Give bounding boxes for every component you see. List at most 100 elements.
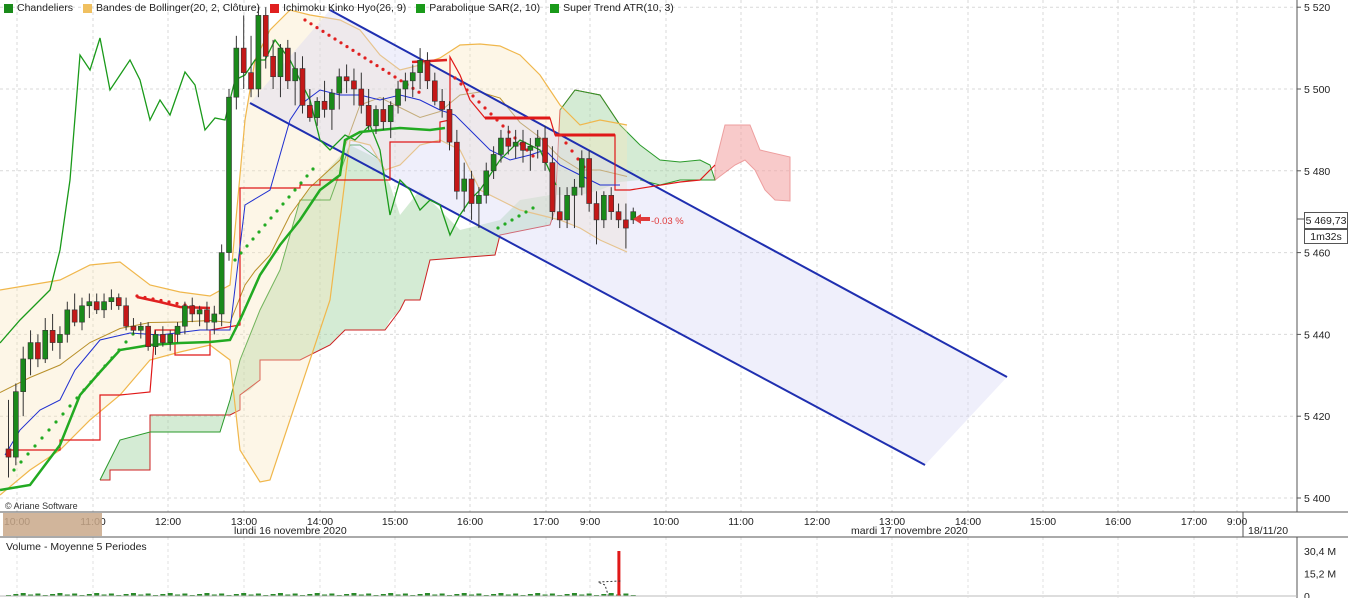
sar-dot-bull xyxy=(503,222,507,226)
candle-body xyxy=(174,325,181,335)
candle-body xyxy=(5,448,12,458)
candle-body xyxy=(182,305,188,327)
sar-dot-bear xyxy=(495,118,499,122)
legend-item-candles[interactable]: Chandeliers xyxy=(4,2,73,14)
candle-body xyxy=(307,105,313,118)
sar-dot-bear xyxy=(465,88,469,92)
y-tick-label: 5 460 xyxy=(1304,248,1330,260)
bollinger-swatch-icon xyxy=(83,3,93,13)
sar-dot-bear xyxy=(167,300,171,304)
legend-label: Bandes de Bollinger(20, 2, Clôture) xyxy=(96,2,261,14)
candle-body xyxy=(439,100,445,110)
candle-body xyxy=(549,162,556,212)
sar-dot-bull xyxy=(299,181,303,185)
candle-body xyxy=(601,195,607,221)
sar-dot-bull xyxy=(12,468,16,472)
candle-body xyxy=(593,203,600,221)
candle-body xyxy=(358,88,365,106)
sar-dot-bear xyxy=(459,82,463,86)
legend-label: Parabolique SAR(2, 10) xyxy=(429,2,541,14)
sar-dot-bull xyxy=(257,230,261,234)
legend-item-ichimoku[interactable]: Ichimoku Kinko Hyo(26, 9) xyxy=(270,2,406,14)
candle-body xyxy=(211,313,218,323)
candle-body xyxy=(380,109,387,123)
sar-dot-bull xyxy=(26,452,30,456)
candle-body xyxy=(534,137,541,147)
candle-body xyxy=(277,47,284,78)
sar-dot-bear xyxy=(387,71,391,75)
candle-body xyxy=(498,137,504,155)
candlestick-chart[interactable]: 5 400 5 420 5 440 5 460 5 480 5 500 5 520 10:00… xyxy=(0,0,1348,601)
sar-dot-bull xyxy=(40,436,44,440)
legend-item-supertrend[interactable]: Super Trend ATR(10, 3) xyxy=(550,2,674,14)
last-price-box: 5 469,73 xyxy=(1304,212,1348,229)
candle-body xyxy=(586,158,592,204)
date-label-day1: lundi 16 novembre 2020 xyxy=(234,525,347,537)
sar-dot-bear xyxy=(327,33,331,37)
candle-body xyxy=(542,137,548,163)
sar-dot-bull xyxy=(305,174,309,178)
candle-body xyxy=(108,297,115,302)
sar-dot-bull xyxy=(517,214,521,218)
sar-dot-bull xyxy=(124,340,128,344)
candle-body xyxy=(270,55,276,78)
candle-body xyxy=(564,195,570,221)
volume-tick-label: 15,2 M xyxy=(1304,569,1336,581)
candle-body xyxy=(240,47,247,73)
candle-body xyxy=(130,325,137,331)
candle-body xyxy=(454,141,460,192)
sar-dot-bear xyxy=(159,298,163,303)
x-tick-label: 15:00 xyxy=(1030,516,1056,528)
volume-panel-title: Volume - Moyenne 5 Periodes xyxy=(6,541,147,553)
sar-dot-bull xyxy=(510,218,514,222)
candle-body xyxy=(64,309,71,335)
candle-body xyxy=(160,334,166,343)
sar-dot-bull xyxy=(54,420,58,424)
sar-dot-bull xyxy=(251,237,255,241)
candle-body xyxy=(35,342,41,360)
x-tick-label: 17:00 xyxy=(533,516,559,528)
sar-dot-bear xyxy=(375,64,379,68)
candle-body xyxy=(79,305,85,323)
sar-dot-bear xyxy=(477,100,481,104)
y-tick-label: 5 420 xyxy=(1304,411,1330,423)
sar-dot-bear xyxy=(315,26,319,30)
candle-body xyxy=(483,170,490,196)
candle-body xyxy=(578,158,585,188)
sar-dot-bull xyxy=(61,412,65,416)
candle-body xyxy=(468,178,475,204)
volume-tick-label: 0 xyxy=(1304,591,1310,598)
sar-dot-bear xyxy=(321,29,325,33)
ichimoku-swatch-icon xyxy=(270,3,280,13)
candle-body xyxy=(204,309,210,323)
candle-body xyxy=(27,342,34,360)
candle-body xyxy=(402,80,409,90)
sar-dot-bear xyxy=(151,297,155,301)
legend-item-sar[interactable]: Parabolique SAR(2, 10) xyxy=(416,2,540,14)
candle-body xyxy=(409,72,416,82)
candle-body xyxy=(512,141,519,147)
x-tick-label: 12:00 xyxy=(155,516,181,528)
sar-dot-bull xyxy=(33,444,37,448)
candle-timer-box: 1m32s xyxy=(1304,229,1348,244)
date-label-day3: 18/11/20 xyxy=(1248,525,1289,537)
candle-body xyxy=(255,15,262,90)
sar-dot-bull xyxy=(524,210,528,214)
legend-item-bollinger[interactable]: Bandes de Bollinger(20, 2, Clôture) xyxy=(83,2,260,14)
sar-dot-bull xyxy=(75,396,79,400)
candle-body xyxy=(299,68,306,106)
candle-body xyxy=(167,334,173,343)
sar-dot-bull xyxy=(496,226,500,230)
date-label-day2: mardi 17 novembre 2020 xyxy=(851,525,968,537)
y-tick-label: 5 480 xyxy=(1304,166,1330,178)
candle-body xyxy=(329,92,335,110)
candle-body xyxy=(226,96,232,253)
sar-dot-bear xyxy=(357,52,361,56)
sar-dot-bear xyxy=(303,18,307,22)
sar-dot-bull xyxy=(19,460,23,464)
sar-dot-bear xyxy=(417,90,421,94)
candle-body xyxy=(20,358,27,392)
candle-body xyxy=(520,141,526,151)
candle-body xyxy=(57,334,63,343)
candle-body xyxy=(571,186,578,196)
